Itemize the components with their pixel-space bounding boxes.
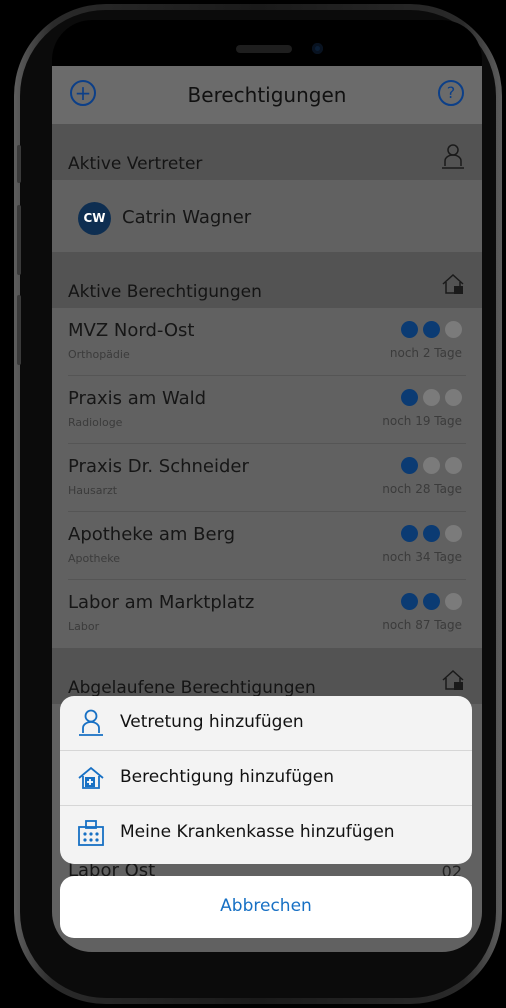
- permission-row[interactable]: MVZ Nord-Ost Orthopädie noch 2 Tage: [52, 308, 482, 376]
- level-dot: [423, 525, 440, 542]
- level-dot: [445, 321, 462, 338]
- level-dot: [423, 389, 440, 406]
- level-dot: [401, 457, 418, 474]
- add-permission-option[interactable]: Berechtigung hinzufügen: [60, 751, 472, 806]
- level-dot: [445, 389, 462, 406]
- speaker-grille: [236, 45, 292, 53]
- access-level-indicator: [401, 593, 462, 610]
- permission-name: Apotheke am Berg: [68, 524, 236, 545]
- mute-switch: [17, 145, 21, 183]
- person-icon: [442, 144, 464, 169]
- cancel-button[interactable]: Abbrechen: [60, 876, 472, 938]
- level-dot: [401, 389, 418, 406]
- nav-header: + Berechtigungen ?: [52, 66, 482, 124]
- level-dot: [423, 321, 440, 338]
- permission-row[interactable]: Praxis am Wald Radiologe noch 19 Tage: [52, 376, 482, 444]
- permission-name: Praxis am Wald: [68, 388, 207, 409]
- add-representation-option[interactable]: Vetretung hinzufügen: [60, 696, 472, 751]
- action-sheet: Vetretung hinzufügen Berechtigung hinzuf…: [60, 696, 472, 864]
- permission-row[interactable]: Apotheke am Berg Apotheke noch 34 Tage: [52, 512, 482, 580]
- section-active-permissions: Aktive Berechtigungen: [52, 252, 482, 308]
- page-title: Berechtigungen: [187, 83, 347, 107]
- remaining-time: noch 87 Tage: [382, 618, 462, 632]
- level-dot: [401, 525, 418, 542]
- level-dot: [423, 457, 440, 474]
- permission-name: Praxis Dr. Schneider: [68, 456, 249, 477]
- level-dot: [445, 457, 462, 474]
- volume-up-button: [17, 205, 21, 275]
- question-icon: ?: [446, 83, 456, 102]
- access-level-indicator: [401, 457, 462, 474]
- remaining-time: noch 34 Tage: [382, 550, 462, 564]
- person-icon: [79, 709, 103, 736]
- volume-down-button: [17, 295, 21, 365]
- house-key-icon: [442, 669, 464, 690]
- option-label: Meine Krankenkasse hinzufügen: [120, 822, 395, 842]
- permission-type: Radiologe: [68, 416, 123, 429]
- remaining-time: noch 28 Tage: [382, 482, 462, 496]
- permission-type: Orthopädie: [68, 348, 130, 361]
- section-title: Aktive Berechtigungen: [68, 282, 262, 302]
- cancel-label: Abbrechen: [220, 896, 312, 916]
- level-dot: [401, 593, 418, 610]
- permission-name: Labor am Marktplatz: [68, 592, 255, 613]
- permission-name: MVZ Nord-Ost: [68, 320, 195, 341]
- house-plus-icon: [78, 766, 104, 789]
- level-dot: [401, 321, 418, 338]
- representative-name: Catrin Wagner: [122, 207, 252, 228]
- permission-row[interactable]: Praxis Dr. Schneider Hausarzt noch 28 Tage: [52, 444, 482, 512]
- screen: + Berechtigungen ? Aktive Vertreter CW C…: [52, 66, 482, 952]
- level-dot: [445, 593, 462, 610]
- avatar: CW: [78, 202, 111, 235]
- option-label: Vetretung hinzufügen: [120, 712, 304, 732]
- permission-type: Hausarzt: [68, 484, 118, 497]
- permission-type: Labor: [68, 620, 100, 633]
- remaining-time: noch 19 Tage: [382, 414, 462, 428]
- level-dot: [423, 593, 440, 610]
- section-title: Abgelaufene Berechtigungen: [68, 678, 316, 698]
- level-dot: [445, 525, 462, 542]
- front-camera: [312, 43, 323, 54]
- notch: [196, 36, 326, 62]
- permission-type: Apotheke: [68, 552, 121, 565]
- representative-row[interactable]: CW Catrin Wagner: [52, 180, 482, 252]
- access-level-indicator: [401, 321, 462, 338]
- help-button[interactable]: ?: [438, 80, 464, 106]
- house-key-icon: [442, 273, 464, 294]
- remaining-time: noch 2 Tage: [389, 346, 462, 360]
- hospital-icon: [78, 820, 104, 846]
- section-active-representatives: Aktive Vertreter: [52, 124, 482, 180]
- option-label: Berechtigung hinzufügen: [120, 767, 334, 787]
- access-level-indicator: [401, 525, 462, 542]
- access-level-indicator: [401, 389, 462, 406]
- section-title: Aktive Vertreter: [68, 154, 203, 174]
- permission-row[interactable]: Labor am Marktplatz Labor noch 87 Tage: [52, 580, 482, 648]
- add-insurance-option[interactable]: Meine Krankenkasse hinzufügen: [60, 806, 472, 861]
